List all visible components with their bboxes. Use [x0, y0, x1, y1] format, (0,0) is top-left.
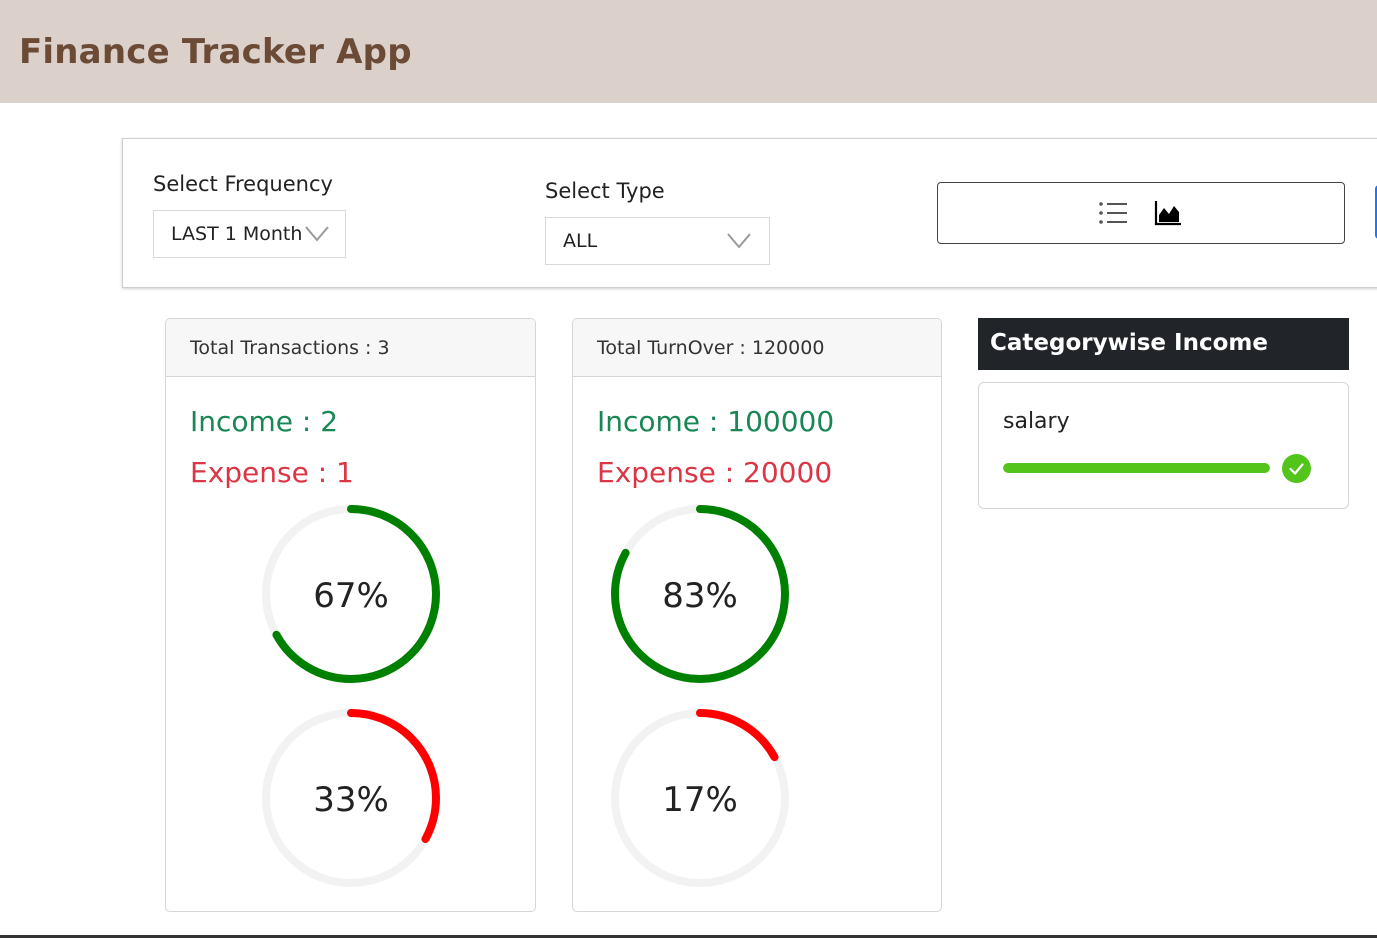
category-progress-fill — [1003, 463, 1270, 473]
type-label: Select Type — [545, 179, 665, 203]
area-chart-icon[interactable] — [1154, 200, 1182, 226]
chevron-down-icon — [727, 233, 751, 249]
total-transactions-card: Total Transactions : 3 Income : 2 Expens… — [165, 318, 536, 912]
income-percent-label: 67% — [313, 576, 389, 616]
type-select[interactable]: ALL — [545, 217, 770, 265]
frequency-select-value: LAST 1 Month — [171, 223, 303, 245]
view-toggle — [937, 182, 1345, 244]
expense-amount: Expense : 20000 — [597, 456, 833, 489]
app-header: Finance Tracker App — [0, 0, 1377, 103]
app-title: Finance Tracker App — [19, 32, 412, 72]
expense-count: Expense : 1 — [190, 456, 354, 489]
income-count: Income : 2 — [190, 405, 339, 438]
filter-bar: Select Frequency LAST 1 Month Select Typ… — [122, 138, 1377, 288]
frequency-label: Select Frequency — [153, 172, 333, 196]
total-turnover-card: Total TurnOver : 120000 Income : 100000 … — [572, 318, 942, 912]
total-turnover-header: Total TurnOver : 120000 — [573, 319, 941, 377]
unordered-list-icon[interactable] — [1098, 200, 1128, 226]
category-name: salary — [1003, 409, 1070, 434]
expense-percent-label: 33% — [313, 780, 389, 820]
categorywise-income-title: Categorywise Income — [978, 318, 1349, 370]
income-percent-label: 83% — [662, 576, 738, 616]
expense-percent-label: 17% — [662, 780, 738, 820]
frequency-select[interactable]: LAST 1 Month — [153, 210, 346, 258]
category-item: salary — [978, 382, 1349, 509]
chevron-down-icon — [305, 226, 329, 242]
check-circle-icon — [1282, 454, 1311, 483]
category-progress-track — [1003, 463, 1270, 473]
total-transactions-header: Total Transactions : 3 — [166, 319, 535, 377]
income-amount: Income : 100000 — [597, 405, 835, 438]
type-select-value: ALL — [563, 230, 598, 252]
